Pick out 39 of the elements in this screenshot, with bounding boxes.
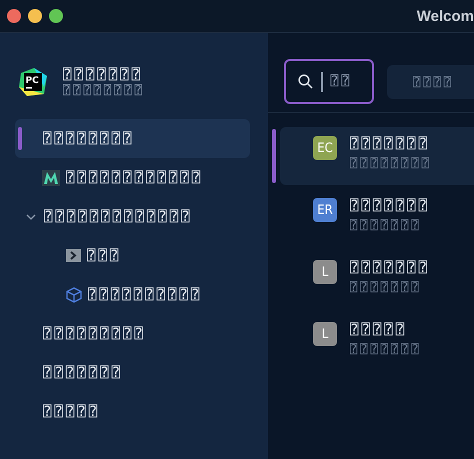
minimize-window-button[interactable] [28, 9, 42, 23]
close-window-button[interactable] [7, 9, 21, 23]
project-item[interactable]: L ⍰⍰⍰⍰⍰⍰⍰ ⍰⍰⍰⍰⍰⍰⍰ [280, 251, 474, 309]
toolbar-button[interactable]: ⍰⍰⍰⍰ [387, 64, 474, 98]
project-path: ⍰⍰⍰⍰⍰⍰⍰ [350, 280, 423, 294]
project-name: ⍰⍰⍰⍰⍰⍰⍰ [350, 136, 432, 152]
sidebar-item[interactable]: ⍰⍰⍰⍰⍰⍰⍰⍰ [15, 119, 250, 158]
project-item[interactable]: L ⍰⍰⍰⍰⍰ ⍰⍰⍰⍰⍰⍰⍰ [280, 313, 474, 371]
project-badge: EC [313, 136, 337, 160]
selection-bar [272, 129, 276, 183]
project-name: ⍰⍰⍰⍰⍰ [350, 322, 408, 338]
project-badge: ER [313, 198, 337, 222]
project-name: ⍰⍰⍰⍰⍰⍰⍰ [350, 198, 430, 214]
project-name: ⍰⍰⍰⍰⍰⍰⍰ [350, 260, 430, 276]
project-path: ⍰⍰⍰⍰⍰⍰⍰ [350, 342, 422, 356]
terminal-icon [66, 249, 81, 262]
project-badge: L [313, 260, 337, 284]
chevron-icon[interactable] [26, 212, 36, 222]
cube-icon [66, 286, 82, 302]
app-subtitle: ⍰⍰⍰⍰⍰⍰⍰⍰ [63, 83, 145, 97]
plugin-logo-icon [42, 170, 60, 186]
search-icon [298, 74, 313, 89]
sidebar-item[interactable]: ⍰⍰⍰ [0, 236, 268, 275]
sidebar-item[interactable]: ⍰⍰⍰⍰⍰ [0, 392, 268, 431]
sidebar-item[interactable]: ⍰⍰⍰⍰⍰⍰⍰⍰⍰ [0, 314, 268, 353]
sidebar-item[interactable]: ⍰⍰⍰⍰⍰⍰⍰⍰⍰⍰ [0, 275, 268, 314]
project-badge: L [313, 322, 337, 346]
sidebar-item[interactable]: ⍰⍰⍰⍰⍰⍰⍰⍰⍰⍰⍰⍰ [0, 158, 268, 197]
zoom-window-button[interactable] [49, 9, 63, 23]
sidebar-item[interactable]: ⍰⍰⍰⍰⍰⍰⍰ [0, 353, 268, 392]
search-field[interactable]: ⍰⍰ [284, 59, 374, 104]
project-item[interactable]: EC ⍰⍰⍰⍰⍰⍰⍰ ⍰⍰⍰⍰⍰⍰⍰⍰ [280, 127, 474, 185]
window-title: Welcom [416, 8, 474, 24]
project-path: ⍰⍰⍰⍰⍰⍰⍰ [350, 218, 423, 232]
project-path: ⍰⍰⍰⍰⍰⍰⍰⍰ [350, 156, 432, 170]
sidebar-item[interactable]: ⍰⍰⍰⍰⍰⍰⍰⍰⍰⍰⍰⍰⍰ [0, 197, 268, 236]
app-logo-icon: PC [18, 67, 48, 97]
app-name: ⍰⍰⍰⍰⍰⍰⍰ [63, 67, 144, 83]
project-item[interactable]: ER ⍰⍰⍰⍰⍰⍰⍰ ⍰⍰⍰⍰⍰⍰⍰ [280, 189, 474, 247]
